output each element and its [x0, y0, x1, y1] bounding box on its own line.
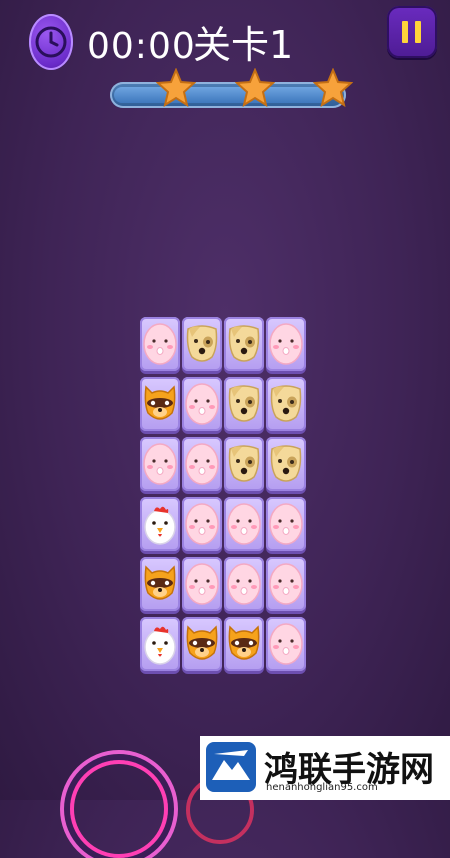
timer-readout: 00:00 — [87, 26, 196, 67]
tile-dog[interactable] — [224, 377, 264, 431]
pause-icon — [415, 21, 421, 43]
dog-face-icon — [228, 445, 260, 482]
dog-face-icon — [270, 445, 302, 482]
tile-dog[interactable] — [266, 377, 306, 431]
tile-pig[interactable] — [182, 497, 222, 551]
dog-face-icon — [186, 325, 218, 362]
pig-face-icon — [185, 383, 219, 425]
pig-face-icon — [185, 563, 219, 605]
tile-pig[interactable] — [266, 557, 306, 611]
raccoon-face-icon — [144, 565, 176, 600]
tile-dog[interactable] — [224, 317, 264, 371]
dog-face-icon — [228, 325, 260, 362]
clock-icon — [35, 26, 67, 58]
dog-face-icon — [228, 385, 260, 422]
raccoon-face-icon — [228, 625, 260, 660]
pause-icon — [402, 21, 408, 43]
progress-track — [110, 82, 346, 108]
pig-face-icon — [185, 503, 219, 545]
pig-face-icon — [269, 563, 303, 605]
chicken-face-icon — [144, 506, 176, 545]
tile-pig[interactable] — [266, 617, 306, 671]
watermark-logo — [206, 742, 256, 792]
dog-face-icon — [270, 385, 302, 422]
tile-raccoon[interactable] — [140, 377, 180, 431]
pig-face-icon — [227, 563, 261, 605]
pause-button[interactable] — [387, 6, 437, 58]
watermark-url: henanhonglian95.com — [266, 782, 378, 793]
tile-pig[interactable] — [182, 377, 222, 431]
pig-face-icon — [143, 323, 177, 365]
decorative-ring — [70, 760, 168, 858]
chicken-face-icon — [144, 626, 176, 665]
tile-raccoon[interactable] — [140, 557, 180, 611]
tile-pig[interactable] — [140, 317, 180, 371]
pig-face-icon — [269, 323, 303, 365]
tile-pig[interactable] — [182, 437, 222, 491]
tile-dog[interactable] — [224, 437, 264, 491]
progress-fill — [114, 87, 328, 103]
level-title: 关卡1 — [193, 23, 294, 67]
tile-dog[interactable] — [266, 437, 306, 491]
clock-button[interactable] — [29, 14, 73, 70]
tile-pig[interactable] — [140, 437, 180, 491]
game-hud: 00:00 关卡1 — [0, 0, 450, 120]
tile-raccoon[interactable] — [224, 617, 264, 671]
star-icon — [313, 68, 353, 108]
tile-chicken[interactable] — [140, 497, 180, 551]
star-icon — [156, 68, 196, 108]
raccoon-face-icon — [186, 625, 218, 660]
tile-pig[interactable] — [224, 557, 264, 611]
tile-pig[interactable] — [266, 317, 306, 371]
pig-face-icon — [269, 623, 303, 665]
pig-face-icon — [269, 503, 303, 545]
pig-face-icon — [227, 503, 261, 545]
raccoon-face-icon — [144, 385, 176, 420]
tile-raccoon[interactable] — [182, 617, 222, 671]
watermark-banner: 鸿联手游网 henanhonglian95.com — [200, 736, 450, 800]
pig-face-icon — [143, 443, 177, 485]
tile-pig[interactable] — [182, 557, 222, 611]
tile-pig[interactable] — [266, 497, 306, 551]
tile-pig[interactable] — [224, 497, 264, 551]
pig-face-icon — [185, 443, 219, 485]
star-icon — [235, 68, 275, 108]
tile-chicken[interactable] — [140, 617, 180, 671]
tile-dog[interactable] — [182, 317, 222, 371]
